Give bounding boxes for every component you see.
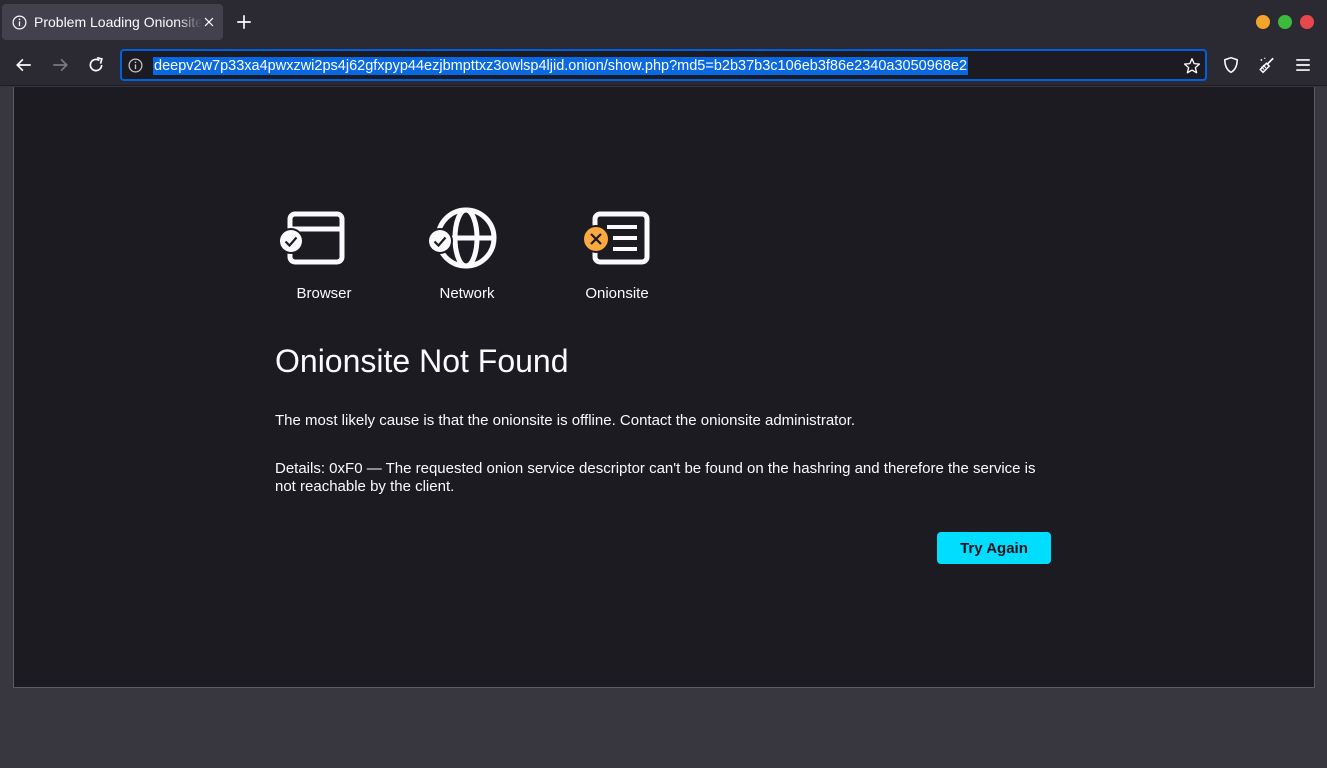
status-network: Network [412, 205, 522, 305]
new-identity-broom-icon[interactable] [1258, 56, 1276, 74]
status-label: Onionsite [585, 285, 649, 302]
site-info-icon[interactable] [128, 58, 143, 73]
status-label: Network [439, 285, 495, 302]
tab-strip: Problem Loading Onionsite [0, 0, 1327, 44]
back-arrow-icon[interactable] [15, 56, 33, 74]
error-details: Details: 0xF0 — The requested onion serv… [275, 460, 1036, 495]
info-icon [12, 15, 27, 30]
url-bar[interactable]: deepv2w7p33xa4pwxzwi2ps4j62gfxpyp44ezjbm… [120, 49, 1207, 81]
browser-window-icon [278, 211, 345, 265]
window-close-button[interactable] [1300, 15, 1314, 29]
menu-hamburger-icon[interactable] [1294, 56, 1312, 74]
status-browser: Browser [269, 205, 379, 305]
tab-problem-loading[interactable]: Problem Loading Onionsite [2, 4, 223, 40]
forward-arrow-icon[interactable] [51, 56, 69, 74]
connection-status-row: Browser Network Onionsite [269, 205, 689, 305]
new-tab-plus-icon[interactable] [235, 13, 253, 31]
error-description: The most likely cause is that the onions… [275, 412, 856, 429]
navigation-toolbar: deepv2w7p33xa4pwxzwi2ps4j62gfxpyp44ezjbm… [0, 44, 1327, 86]
tab-title: Problem Loading Onionsite [34, 14, 202, 30]
error-page: Browser Network Onionsite Onionsite Not … [13, 87, 1315, 688]
url-text[interactable]: deepv2w7p33xa4pwxzwi2ps4j62gfxpyp44ezjbm… [153, 57, 969, 75]
check-badge [280, 230, 302, 252]
try-again-button[interactable]: Try Again [937, 532, 1051, 564]
onionsite-document-icon [582, 211, 650, 265]
check-badge [429, 230, 451, 252]
window-maximize-button[interactable] [1278, 15, 1292, 29]
bookmark-star-icon[interactable] [1183, 57, 1201, 75]
shield-icon[interactable] [1222, 56, 1240, 74]
status-onionsite: Onionsite [562, 205, 672, 305]
reload-icon[interactable] [87, 56, 105, 74]
window-minimize-button[interactable] [1256, 15, 1270, 29]
close-tab-icon[interactable] [202, 15, 216, 29]
globe-icon [427, 207, 497, 269]
page-title: Onionsite Not Found [275, 343, 569, 379]
status-label: Browser [296, 285, 352, 302]
